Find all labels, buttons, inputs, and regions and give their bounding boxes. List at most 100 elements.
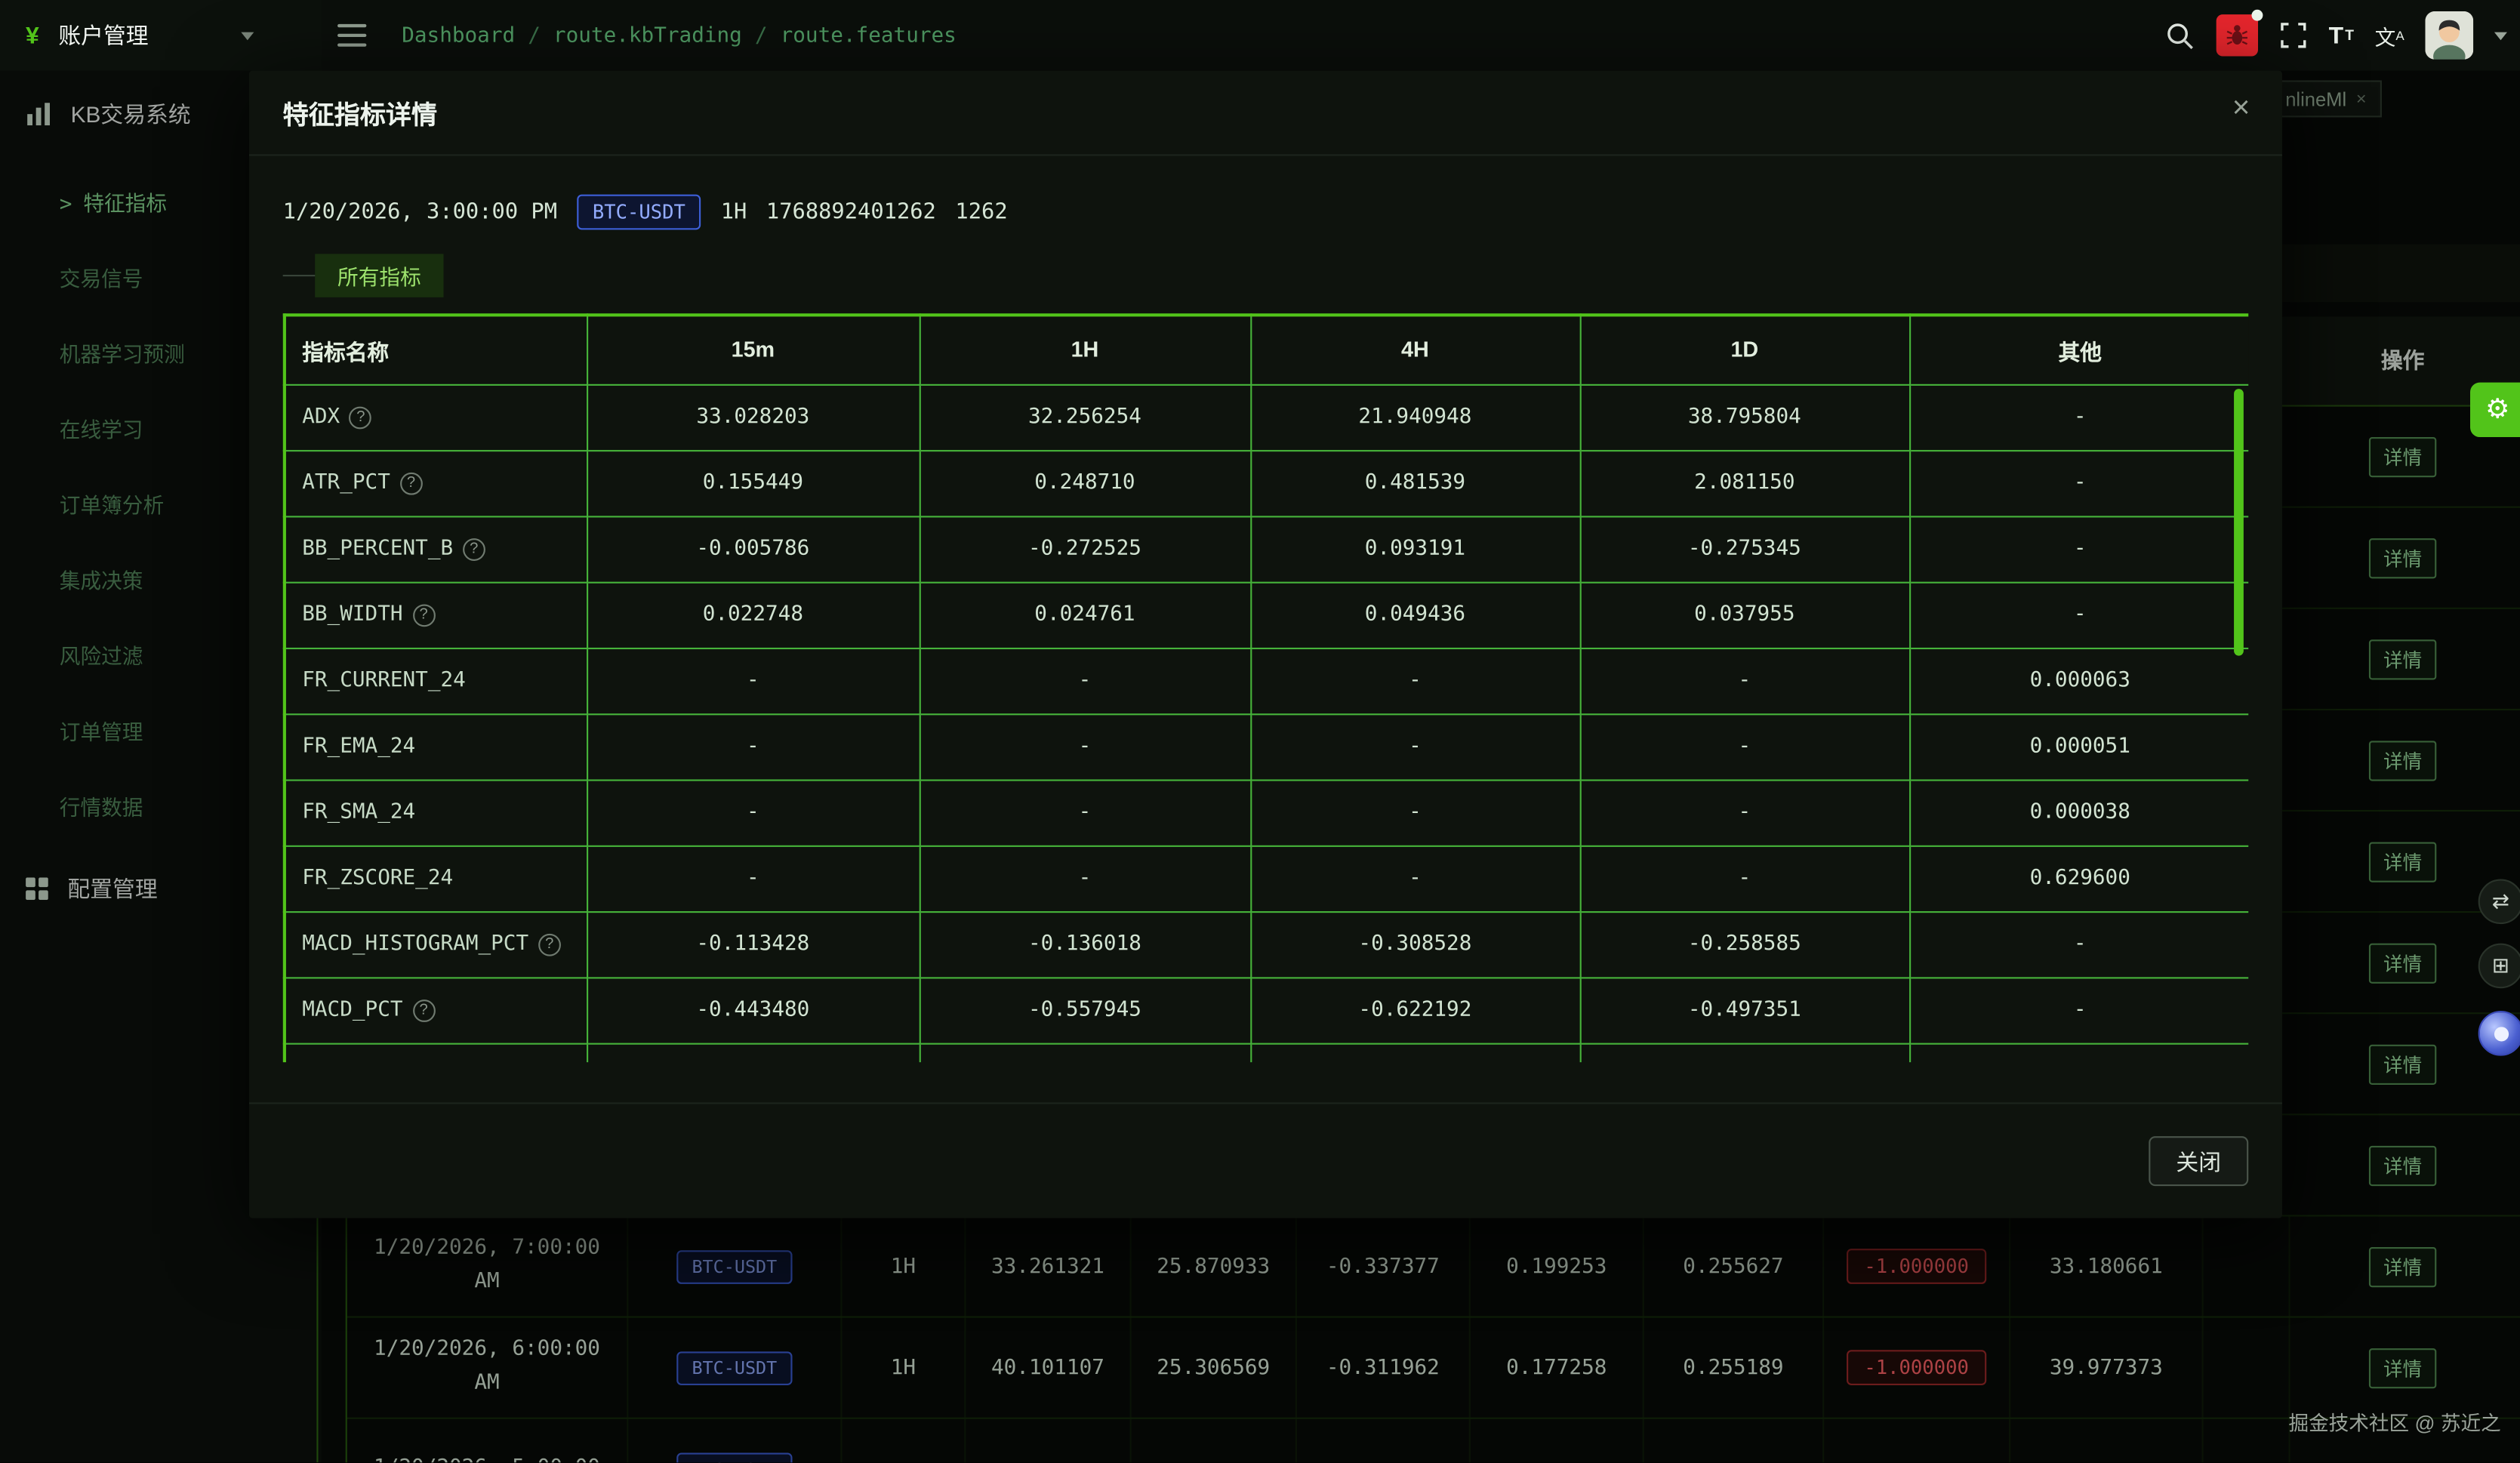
indicator-value-cell: -0.275345 <box>1580 516 1909 581</box>
indicator-value-cell: 0.000063 <box>1909 648 2248 713</box>
column-header: 1H <box>920 315 1251 384</box>
indicator-value-cell: -0.272525 <box>920 516 1251 581</box>
indicator-value-cell <box>920 1043 1251 1063</box>
indicator-value-cell: -0.443480 <box>587 977 920 1043</box>
indicator-name-cell: ADX? <box>285 384 587 450</box>
table-row: BB_PERCENT_B?-0.005786-0.2725250.093191-… <box>285 516 2248 581</box>
indicator-name-cell: BB_WIDTH? <box>285 582 587 648</box>
indicator-name-cell: FR_CURRENT_24 <box>285 648 587 713</box>
bug-report-button[interactable] <box>2217 14 2258 56</box>
fullscreen-icon[interactable] <box>2279 21 2308 50</box>
table-row: FR_CURRENT_24----0.000063 <box>285 648 2248 713</box>
help-icon[interactable]: ? <box>400 473 423 495</box>
indicator-value-cell <box>1909 1043 2248 1063</box>
help-icon[interactable]: ? <box>350 407 372 430</box>
indicator-value-cell: -0.005786 <box>587 516 920 581</box>
help-icon[interactable]: ? <box>463 538 485 561</box>
indicator-name-cell: MACD_HISTOGRAM_PCT? <box>285 911 587 977</box>
indicator-value-cell: 33.028203 <box>587 384 920 450</box>
modal-header: 特征指标详情 × <box>249 71 2282 156</box>
indicator-value-cell: - <box>1250 713 1579 779</box>
indicator-value-cell: 0.049436 <box>1250 582 1579 648</box>
help-icon[interactable]: ? <box>412 999 435 1022</box>
scrollbar-thumb[interactable] <box>2234 389 2244 655</box>
indicator-value-cell: - <box>1909 977 2248 1043</box>
indicator-value-cell: -0.622192 <box>1250 977 1579 1043</box>
indicator-value-cell: -0.258585 <box>1580 911 1909 977</box>
indicator-value-cell: 32.256254 <box>920 384 1251 450</box>
indicator-value-cell: 0.629600 <box>1909 845 2248 911</box>
indicator-value-cell: 0.248710 <box>920 450 1251 516</box>
topbar: ¥ 账户管理 Dashboard/route.kbTrading/route.f… <box>0 0 2520 71</box>
theme-settings-button[interactable]: ⚙ <box>2470 383 2520 437</box>
font-size-icon[interactable]: TT <box>2329 22 2354 49</box>
indicator-table-body: ADX?33.02820332.25625421.94094838.795804… <box>285 384 2248 1062</box>
indicator-name-cell: FR_EMA_24 <box>285 713 587 779</box>
modal-tabs: 所有指标 <box>283 254 2249 297</box>
indicator-value-cell: 0.481539 <box>1250 450 1579 516</box>
chevron-down-icon[interactable] <box>2494 32 2507 40</box>
swap-float-button[interactable]: ⇄ <box>2478 879 2520 924</box>
menu-toggle-icon[interactable] <box>337 24 366 47</box>
help-icon[interactable]: ? <box>412 604 435 627</box>
indicator-value-cell: - <box>1250 648 1579 713</box>
indicator-value-cell: 0.093191 <box>1250 516 1579 581</box>
tab-all-indicators[interactable]: 所有指标 <box>315 254 443 297</box>
avatar[interactable] <box>2425 11 2473 60</box>
indicator-table-head-row: 指标名称15m1H4H1D其他 <box>285 315 2248 384</box>
indicator-value-cell: -0.136018 <box>920 911 1251 977</box>
table-row <box>285 1043 2248 1063</box>
breadcrumb-item[interactable]: route.features <box>781 24 957 48</box>
assistant-float-button[interactable] <box>2478 1011 2520 1056</box>
close-button[interactable]: 关闭 <box>2149 1136 2248 1186</box>
indicator-value-cell: 0.155449 <box>587 450 920 516</box>
table-row: ATR_PCT?0.1554490.2487100.4815392.081150… <box>285 450 2248 516</box>
indicator-value-cell: 2.081150 <box>1580 450 1909 516</box>
translate-icon[interactable]: 文A <box>2375 20 2404 51</box>
apps-grid-icon: ⊞ <box>2492 953 2509 978</box>
indicator-value-cell: - <box>1250 779 1579 845</box>
breadcrumb-item[interactable]: route.kbTrading <box>553 24 742 48</box>
indicator-value-cell <box>1250 1043 1579 1063</box>
table-row: FR_SMA_24----0.000038 <box>285 779 2248 845</box>
table-row: ADX?33.02820332.25625421.94094838.795804… <box>285 384 2248 450</box>
app-root: KB交易系统 >特征指标交易信号机器学习预测在线学习订单簿分析集成决策风险过滤订… <box>0 0 2520 1462</box>
indicator-table: 指标名称15m1H4H1D其他 ADX?33.02820332.25625421… <box>283 313 2249 1062</box>
indicator-value-cell: - <box>587 779 920 845</box>
indicator-value-cell: - <box>1909 384 2248 450</box>
indicator-value-cell: - <box>587 713 920 779</box>
indicator-name-cell: BB_PERCENT_B? <box>285 516 587 581</box>
close-icon[interactable]: × <box>2232 93 2250 123</box>
indicator-name-cell: FR_SMA_24 <box>285 779 587 845</box>
indicator-value-cell: - <box>920 845 1251 911</box>
account-switcher[interactable]: ¥ 账户管理 <box>0 0 322 71</box>
indicator-value-cell: -0.113428 <box>587 911 920 977</box>
topbar-actions: TT 文A <box>2164 0 2507 71</box>
breadcrumb-item[interactable]: Dashboard <box>402 24 515 48</box>
table-row: MACD_PCT?-0.443480-0.557945-0.622192-0.4… <box>285 977 2248 1043</box>
indicator-table-wrap: 指标名称15m1H4H1D其他 ADX?33.02820332.25625421… <box>283 313 2249 1062</box>
column-header: 1D <box>1580 315 1909 384</box>
table-row: MACD_HISTOGRAM_PCT?-0.113428-0.136018-0.… <box>285 911 2248 977</box>
timestamp: 1/20/2026, 3:00:00 PM <box>283 199 557 225</box>
indicator-value-cell: - <box>920 648 1251 713</box>
indicator-value-cell: - <box>587 648 920 713</box>
indicator-value-cell: - <box>1909 516 2248 581</box>
bug-icon <box>2224 23 2250 48</box>
column-header: 4H <box>1250 315 1579 384</box>
apps-float-button[interactable]: ⊞ <box>2478 944 2520 989</box>
epoch-value: 1768892401262 <box>766 199 936 225</box>
indicator-value-cell: -0.308528 <box>1250 911 1579 977</box>
indicator-value-cell <box>1580 1043 1909 1063</box>
indicator-name-cell: ATR_PCT? <box>285 450 587 516</box>
search-icon[interactable] <box>2164 20 2195 51</box>
indicator-value-cell: 0.000038 <box>1909 779 2248 845</box>
indicator-value-cell: 0.022748 <box>587 582 920 648</box>
chevron-down-icon[interactable] <box>242 32 254 40</box>
indicator-value-cell: 0.000051 <box>1909 713 2248 779</box>
help-icon[interactable]: ? <box>538 934 561 956</box>
feature-detail-modal: 特征指标详情 × 1/20/2026, 3:00:00 PM BTC-USDT … <box>249 71 2282 1218</box>
indicator-value-cell: - <box>920 713 1251 779</box>
indicator-value-cell: - <box>1909 582 2248 648</box>
currency-icon: ¥ <box>26 22 39 49</box>
